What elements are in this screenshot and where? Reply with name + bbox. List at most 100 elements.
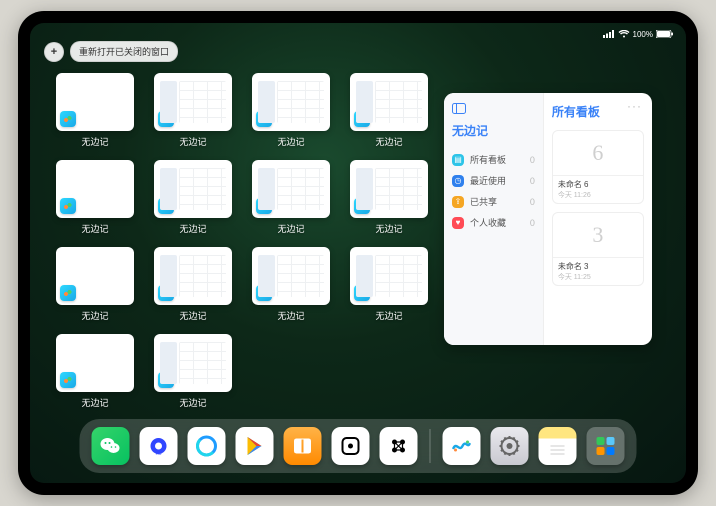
app-label: 无边记 — [81, 396, 108, 409]
dock-dice-icon[interactable] — [332, 427, 370, 465]
board-card[interactable]: 6未命名 6今天 11:26 — [552, 130, 644, 204]
svg-text:HD: HD — [156, 451, 162, 456]
sidebar-item-icon: ▤ — [452, 154, 464, 166]
screen: 100% + 重新打开已关闭的窗口 无边记无边记无边记无边记无边记无边记无边记无… — [30, 23, 686, 483]
sidebar-item-count: 0 — [530, 176, 535, 186]
app-label: 无边记 — [375, 309, 402, 322]
freeform-icon — [354, 111, 370, 127]
app-card[interactable]: 无边记 — [56, 334, 134, 409]
sidebar: 无边记 ▤所有看板0◷最近使用0⇪已共享0♥个人收藏0 — [444, 93, 544, 345]
sidebar-item[interactable]: ◷最近使用0 — [452, 170, 535, 191]
board-meta: 未命名 6今天 11:26 — [553, 175, 643, 203]
sidebar-item[interactable]: ♥ 个人收藏 0 — [452, 212, 535, 233]
app-card[interactable]: 无边记 — [252, 160, 330, 235]
wifi-icon — [618, 30, 630, 38]
battery-icon — [656, 30, 674, 38]
more-icon[interactable]: ··· — [627, 99, 642, 113]
dock-books-icon[interactable] — [284, 427, 322, 465]
app-label: 无边记 — [179, 396, 206, 409]
board-date: 今天 11:26 — [558, 190, 638, 200]
battery-percent: 100% — [633, 30, 653, 39]
top-bar: + 重新打开已关闭的窗口 — [44, 41, 178, 62]
app-card[interactable]: 无边记 — [252, 247, 330, 322]
app-card[interactable]: 无边记 — [56, 247, 134, 322]
freeform-icon — [60, 285, 76, 301]
app-thumbnail — [252, 160, 330, 218]
freeform-icon — [158, 285, 174, 301]
sidebar-toggle-icon[interactable] — [452, 103, 535, 116]
app-card[interactable]: 无边记 — [350, 160, 428, 235]
freeform-icon — [60, 111, 76, 127]
app-thumbnail — [56, 160, 134, 218]
board-card[interactable]: 3未命名 3今天 11:25 — [552, 212, 644, 286]
app-thumbnail — [350, 73, 428, 131]
app-label: 无边记 — [81, 135, 108, 148]
freeform-icon — [256, 111, 272, 127]
board-title: 未命名 6 — [558, 179, 638, 190]
app-label: 无边记 — [277, 135, 304, 148]
board-date: 今天 11:25 — [558, 272, 638, 282]
app-card[interactable]: 无边记 — [154, 73, 232, 148]
ipad-frame: 100% + 重新打开已关闭的窗口 无边记无边记无边记无边记无边记无边记无边记无… — [18, 11, 698, 495]
freeform-icon — [158, 372, 174, 388]
app-thumbnail — [154, 73, 232, 131]
app-thumbnail — [252, 73, 330, 131]
app-thumbnail — [350, 247, 428, 305]
signal-icon — [603, 30, 615, 38]
app-label: 无边记 — [277, 309, 304, 322]
dock-separator — [430, 429, 431, 463]
sidebar-item-label: 所有看板 — [470, 153, 506, 166]
app-card[interactable]: 无边记 — [350, 247, 428, 322]
app-label: 无边记 — [179, 222, 206, 235]
sidebar-item-label: 已共享 — [470, 195, 497, 208]
app-card[interactable]: 无边记 — [154, 247, 232, 322]
app-label: 无边记 — [277, 222, 304, 235]
app-label: 无边记 — [375, 135, 402, 148]
dock-play-icon[interactable] — [236, 427, 274, 465]
dock-notes-icon[interactable] — [539, 427, 577, 465]
app-thumbnail — [154, 160, 232, 218]
app-card[interactable]: 无边记 — [154, 334, 232, 409]
app-thumbnail — [154, 334, 232, 392]
dock-obsidian-icon[interactable] — [380, 427, 418, 465]
app-card[interactable]: 无边记 — [252, 73, 330, 148]
board-meta: 未命名 3今天 11:25 — [553, 257, 643, 285]
sidebar-item-label: 个人收藏 — [470, 216, 506, 229]
sidebar-item-icon: ⇪ — [452, 196, 464, 208]
sidebar-item-count: 0 — [530, 218, 535, 228]
reopen-closed-window-button[interactable]: 重新打开已关闭的窗口 — [70, 41, 178, 62]
sidebar-title: 无边记 — [452, 122, 535, 139]
dock-library-icon[interactable] — [587, 427, 625, 465]
app-label: 无边记 — [81, 309, 108, 322]
app-card[interactable]: 无边记 — [56, 73, 134, 148]
app-thumbnail — [252, 247, 330, 305]
dock-freeform-icon[interactable] — [443, 427, 481, 465]
app-thumbnail — [154, 247, 232, 305]
app-switcher-grid: 无边记无边记无边记无边记无边记无边记无边记无边记无边记无边记无边记无边记无边记无… — [56, 73, 431, 409]
board-preview: 6 — [553, 131, 643, 175]
board-title: 未命名 3 — [558, 261, 638, 272]
app-card[interactable]: 无边记 — [154, 160, 232, 235]
freeform-window[interactable]: 无边记 ▤所有看板0◷最近使用0⇪已共享0♥个人收藏0 ··· 所有看板 6未命… — [444, 93, 652, 345]
dock-qqbrowser-icon[interactable] — [188, 427, 226, 465]
sidebar-item[interactable]: ▤所有看板0 — [452, 149, 535, 170]
dock: HD — [80, 419, 637, 473]
freeform-icon — [60, 198, 76, 214]
app-card[interactable]: 无边记 — [350, 73, 428, 148]
freeform-icon — [158, 111, 174, 127]
dock-quark-icon[interactable]: HD — [140, 427, 178, 465]
app-thumbnail — [56, 334, 134, 392]
sidebar-item-label: 最近使用 — [470, 174, 506, 187]
new-window-button[interactable]: + — [44, 42, 64, 62]
app-label: 无边记 — [375, 222, 402, 235]
sidebar-item-icon: ♥ — [452, 217, 464, 229]
sidebar-item[interactable]: ⇪已共享0 — [452, 191, 535, 212]
app-label: 无边记 — [81, 222, 108, 235]
app-label: 无边记 — [179, 309, 206, 322]
freeform-icon — [60, 372, 76, 388]
content-area: ··· 所有看板 6未命名 6今天 11:263未命名 3今天 11:25 — [544, 93, 652, 345]
dock-wechat-icon[interactable] — [92, 427, 130, 465]
freeform-icon — [256, 198, 272, 214]
app-card[interactable]: 无边记 — [56, 160, 134, 235]
dock-settings-icon[interactable] — [491, 427, 529, 465]
